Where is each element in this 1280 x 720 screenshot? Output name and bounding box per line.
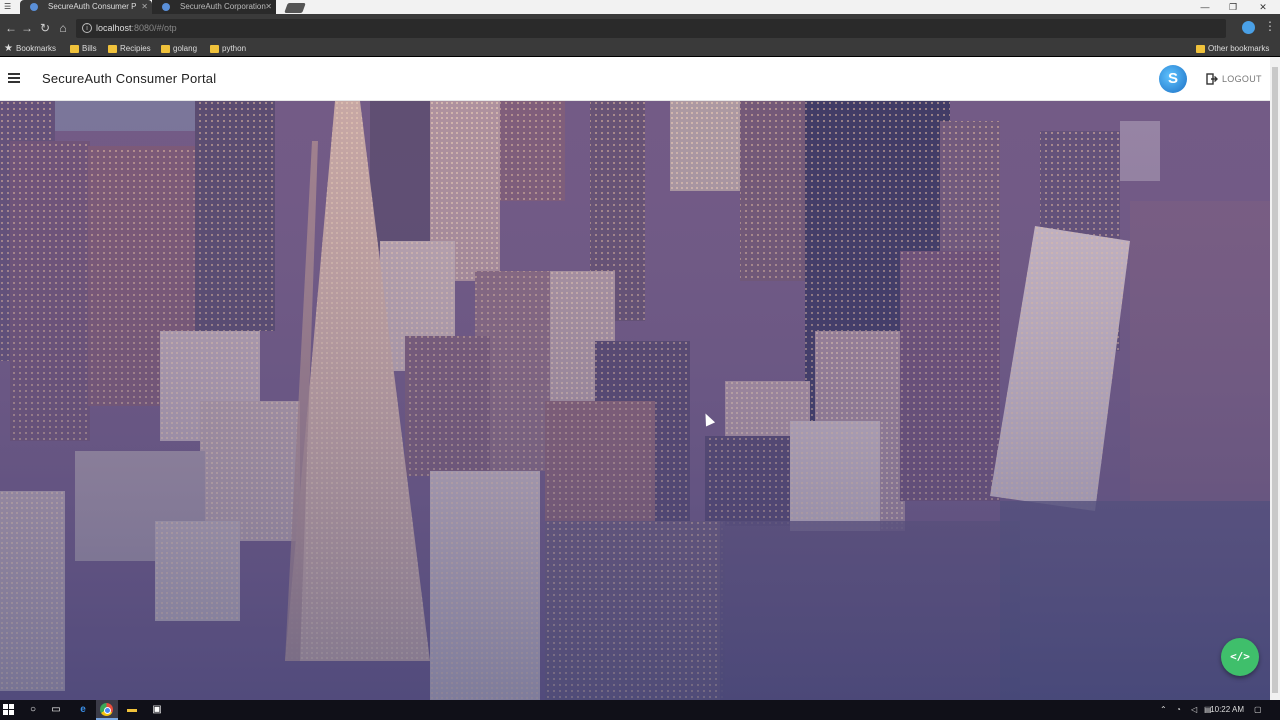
tab-close-icon[interactable]: ✕ (141, 0, 148, 14)
tab-favicon-icon (162, 3, 170, 11)
menu-icon[interactable] (8, 73, 20, 83)
tab-secureauth-corporation[interactable]: SecureAuth Corporation ✕ (152, 0, 276, 14)
forward-icon[interactable]: → (20, 20, 34, 36)
windows-start-icon[interactable] (3, 704, 15, 716)
app-header: SecureAuth Consumer Portal S LOGOUT (0, 57, 1270, 101)
browser-tab-strip: ☰ SecureAuth Consumer P ✕ SecureAuth Cor… (0, 0, 1280, 14)
window-menu-icon[interactable]: ☰ (4, 2, 11, 11)
reload-icon[interactable]: ↻ (38, 20, 52, 36)
scroll-thumb[interactable] (1272, 67, 1278, 693)
logout-icon (1206, 73, 1218, 85)
tray-chevron-icon[interactable]: ⌃ (1160, 700, 1167, 720)
home-icon[interactable]: ⌂ (56, 20, 70, 36)
code-icon: </> (1230, 650, 1250, 663)
tab-label: SecureAuth Corporation (180, 2, 266, 11)
close-window-icon[interactable]: ✕ (1248, 0, 1278, 14)
restore-icon[interactable]: ❐ (1218, 0, 1248, 14)
folder-icon (70, 45, 79, 53)
volume-icon[interactable]: ◁ (1191, 700, 1197, 720)
bookmarks-bar: ★ Bookmarks Bills Recipies golang python … (0, 42, 1280, 56)
tab-secureauth-consumer[interactable]: SecureAuth Consumer P ✕ (20, 0, 152, 14)
tab-favicon-icon (30, 3, 38, 11)
hero-city-image (0, 101, 1270, 700)
edge-icon[interactable]: e (76, 703, 90, 717)
city-skyline-illustration (0, 101, 1270, 700)
chrome-icon (100, 703, 113, 716)
back-icon[interactable]: ← (4, 20, 18, 36)
extension-icon[interactable] (1242, 21, 1255, 34)
secureauth-logo: S (1159, 65, 1187, 93)
browser-menu-icon[interactable]: ⋮ (1264, 19, 1276, 33)
task-view-icon[interactable]: ▭ (49, 703, 63, 717)
minimize-icon[interactable]: — (1190, 0, 1220, 14)
browser-toolbar: ← → ↻ ⌂ i localhost:8080/#/otp ⋮ (0, 14, 1280, 42)
chrome-taskbar-button[interactable] (96, 700, 118, 720)
bookmark-bills[interactable]: Bills (70, 42, 97, 56)
logout-button[interactable]: LOGOUT (1206, 72, 1262, 86)
page-scrollbar[interactable] (1270, 57, 1280, 700)
info-icon[interactable]: i (82, 23, 92, 33)
folder-icon (1196, 45, 1205, 53)
bookmark-bookmarks[interactable]: ★ Bookmarks (4, 42, 56, 56)
bookmark-other[interactable]: Other bookmarks (1196, 42, 1269, 56)
tab-close-icon[interactable]: ✕ (265, 0, 272, 14)
code-fab-button[interactable]: </> (1221, 638, 1259, 676)
tab-label: SecureAuth Consumer P (48, 2, 137, 11)
bookmark-recipies[interactable]: Recipies (108, 42, 151, 56)
address-bar[interactable]: i localhost:8080/#/otp (76, 19, 1226, 38)
folder-icon (161, 45, 170, 53)
url-text: localhost:8080/#/otp (96, 23, 177, 33)
notifications-icon[interactable]: ▢ (1254, 700, 1262, 720)
network-icon[interactable]: ◔ (1176, 700, 1181, 720)
bookmark-python[interactable]: python (210, 42, 246, 56)
cortana-icon[interactable]: ○ (26, 703, 40, 717)
file-explorer-icon[interactable]: ▬ (125, 703, 139, 717)
new-tab-button[interactable] (284, 3, 306, 13)
folder-icon (210, 45, 219, 53)
star-icon: ★ (4, 43, 13, 54)
windows-taskbar: ○ ▭ e ▬ ▣ ⌃ ◔ ◁ ▤ 10:22 AM ▢ (0, 700, 1280, 720)
store-icon[interactable]: ▣ (150, 703, 164, 717)
folder-icon (108, 45, 117, 53)
bookmark-golang[interactable]: golang (161, 42, 197, 56)
page-title: SecureAuth Consumer Portal (42, 71, 217, 86)
taskbar-clock[interactable]: 10:22 AM (1210, 700, 1244, 720)
